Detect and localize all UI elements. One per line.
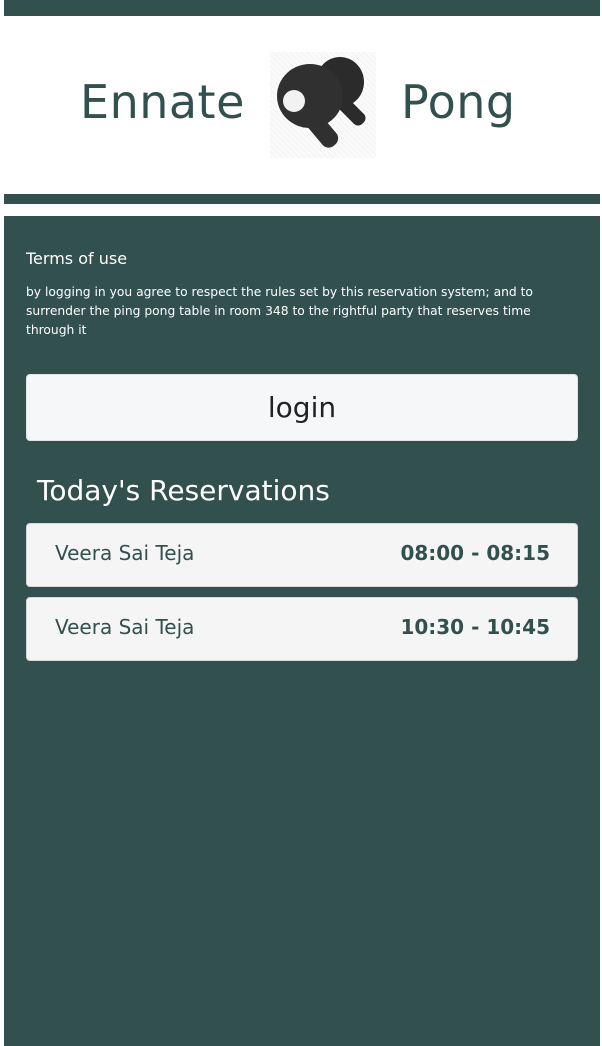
brand-title-right: Pong [401,75,516,129]
header-gap [4,204,600,216]
reservation-time: 08:00 - 08:15 [400,541,550,565]
login-button[interactable]: login [26,374,578,441]
header-divider [4,194,600,204]
reservation-row: Veera Sai Teja 08:00 - 08:15 [26,523,578,587]
terms-text: by logging in you agree to respect the r… [26,285,533,337]
reservation-time: 10:30 - 10:45 [400,615,550,639]
ping-pong-paddles-icon [270,52,376,158]
reservation-row: Veera Sai Teja 10:30 - 10:45 [26,597,578,661]
terms-title: Terms of use [26,249,128,268]
reservation-name: Veera Sai Teja [55,541,195,565]
header: Ennate Pong [4,16,600,194]
reservations-title: Today's Reservations [37,474,330,507]
brand-title-left: Ennate [80,75,245,129]
top-bar [4,3,600,16]
app-frame: Ennate Pong Terms of use by logging in y… [4,0,600,1046]
reservation-name: Veera Sai Teja [55,615,195,639]
